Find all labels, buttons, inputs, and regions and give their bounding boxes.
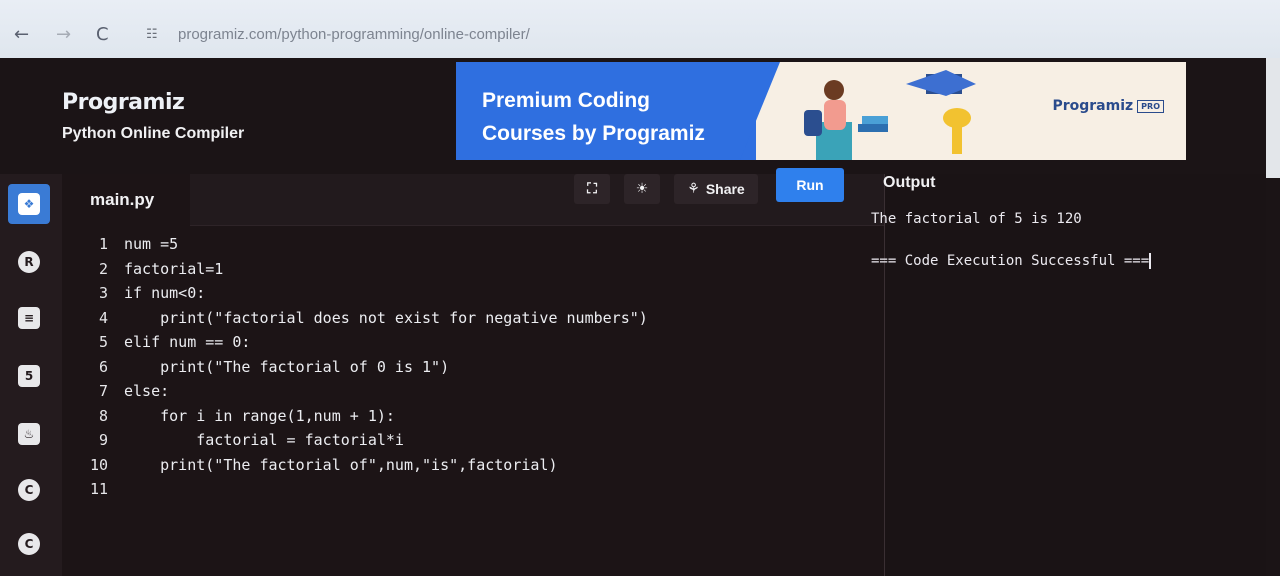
page-title: Python Online Compiler — [62, 125, 245, 142]
sidebar-item-python[interactable]: ❖ — [8, 184, 50, 224]
line-number: 7 — [98, 382, 108, 400]
code-text: factorial = factorial*i — [124, 431, 404, 449]
code-text: print("The factorial of",num,"is",factor… — [124, 455, 558, 474]
language-sidebar: ❖ R ≡ 5 ♨ C C — [0, 174, 62, 576]
file-tab-main-py[interactable]: main.py — [62, 174, 190, 226]
code-line[interactable]: 11 — [62, 477, 884, 502]
code-text: elif num == 0: — [124, 333, 251, 351]
execution-status: === Code Execution Successful === — [871, 253, 1150, 269]
ad-headline: Premium Coding Courses by Programiz — [482, 84, 705, 150]
line-number: 9 — [98, 431, 108, 449]
output-spacer — [871, 230, 1151, 250]
code-line[interactable]: 5 elif num == 0: — [62, 330, 884, 355]
database-icon: ≡ — [18, 307, 40, 329]
ad-brand-logo: Programiz PRO — [1052, 98, 1164, 114]
sidebar-item-r[interactable]: R — [8, 242, 50, 282]
line-number: 5 — [98, 333, 108, 351]
code-text: print("factorial does not exist for nega… — [124, 308, 648, 327]
code-text: else: — [124, 382, 170, 400]
output-panel: Output The factorial of 5 is 120 === Cod… — [871, 174, 1267, 576]
line-number: 11 — [89, 480, 108, 498]
sidebar-item-html[interactable]: 5 — [8, 356, 50, 396]
back-arrow-icon[interactable]: ← — [14, 24, 29, 45]
code-line[interactable]: 2 factorial=1 — [62, 257, 884, 282]
output-title: Output — [883, 174, 936, 191]
site-info-icon[interactable]: ☷ — [146, 27, 158, 42]
line-number: 8 — [98, 406, 108, 425]
html5-icon: 5 — [18, 365, 40, 387]
sidebar-item-cpp[interactable]: C — [8, 524, 50, 564]
output-result-line: The factorial of 5 is 120 — [871, 211, 1082, 227]
cpp-language-icon: C — [18, 533, 40, 555]
code-line[interactable]: 8 for i in range(1,num + 1): — [62, 404, 884, 429]
c-language-icon: C — [18, 479, 40, 501]
line-number: 3 — [98, 284, 108, 302]
code-line[interactable]: 3 if num<0: — [62, 281, 884, 306]
code-line[interactable]: 10 print("The factorial of",num,"is",fac… — [62, 453, 884, 478]
code-line[interactable]: 7 else: — [62, 379, 884, 404]
line-number: 6 — [98, 357, 108, 376]
sun-icon: ☀ — [635, 181, 649, 197]
fullscreen-button[interactable]: ⛶ — [574, 174, 610, 204]
output-status-line: === Code Execution Successful === — [871, 250, 1152, 272]
ad-illustration — [804, 70, 976, 160]
reload-icon[interactable]: C — [96, 24, 109, 45]
ad-banner[interactable]: Premium Coding Courses by Programiz Prog… — [456, 62, 1186, 160]
sidebar-item-sql[interactable]: ≡ — [8, 298, 50, 338]
line-number: 4 — [98, 308, 108, 327]
text-cursor — [1149, 253, 1152, 269]
r-language-icon: R — [18, 251, 40, 273]
python-icon: ❖ — [18, 193, 40, 215]
editor-toolbar: main.py ⛶ ☀ ⚘ Share Run — [62, 168, 884, 226]
code-text: for i in range(1,num + 1): — [124, 406, 395, 425]
ad-brand-name: Programiz — [1052, 98, 1134, 114]
share-icon: ⚘ — [687, 181, 700, 197]
brand-block: Programiz Python Online Compiler — [62, 90, 244, 143]
code-text: print("The factorial of 0 is 1") — [124, 357, 450, 376]
compiler-app: Programiz Python Online Compiler Premium… — [0, 58, 1280, 576]
code-text: if num<0: — [124, 284, 206, 302]
ad-headline-line-1: Premium Coding — [482, 89, 651, 112]
theme-toggle-button[interactable]: ☀ — [624, 174, 660, 204]
code-text: factorial=1 — [124, 259, 224, 278]
code-line[interactable]: 9 factorial = factorial*i — [62, 428, 884, 453]
line-number: 1 — [98, 235, 108, 253]
share-button[interactable]: ⚘ Share — [674, 174, 758, 204]
browser-toolbar: ← → C ☷ programiz.com/python-programming… — [0, 0, 1280, 58]
output-console[interactable]: The factorial of 5 is 120 === Code Execu… — [871, 208, 1152, 272]
code-editor-panel: main.py ⛶ ☀ ⚘ Share Run 1 num =5 2 factoria… — [62, 168, 884, 576]
address-bar-url[interactable]: programiz.com/python-programming/online-… — [178, 26, 530, 43]
programiz-logo[interactable]: Programiz — [62, 90, 244, 115]
page-scrollbar[interactable] — [1266, 58, 1280, 178]
sidebar-item-c[interactable]: C — [8, 470, 50, 510]
java-icon: ♨ — [18, 423, 40, 445]
output-header: Output — [883, 174, 1267, 204]
code-editor[interactable]: 1 num =5 2 factorial=1 3 if num<0: 4 print("fa… — [62, 232, 884, 502]
run-button[interactable]: Run — [776, 168, 844, 202]
line-number: 10 — [89, 455, 108, 474]
fullscreen-icon: ⛶ — [587, 181, 597, 197]
share-label: Share — [705, 181, 745, 197]
code-line[interactable]: 6 print("The factorial of 0 is 1") — [62, 355, 884, 380]
code-text: num =5 — [124, 235, 179, 253]
line-number: 2 — [98, 259, 108, 278]
forward-arrow-icon[interactable]: → — [56, 24, 71, 45]
sidebar-item-java[interactable]: ♨ — [8, 414, 50, 454]
ad-headline-panel: Premium Coding Courses by Programiz — [456, 62, 756, 160]
ad-pro-badge: PRO — [1137, 99, 1164, 113]
ad-headline-line-2: Courses by Programiz — [482, 122, 705, 145]
ad-divider-shape — [740, 62, 780, 160]
code-line[interactable]: 4 print("factorial does not exist for ne… — [62, 306, 884, 331]
code-line[interactable]: 1 num =5 — [62, 232, 884, 257]
